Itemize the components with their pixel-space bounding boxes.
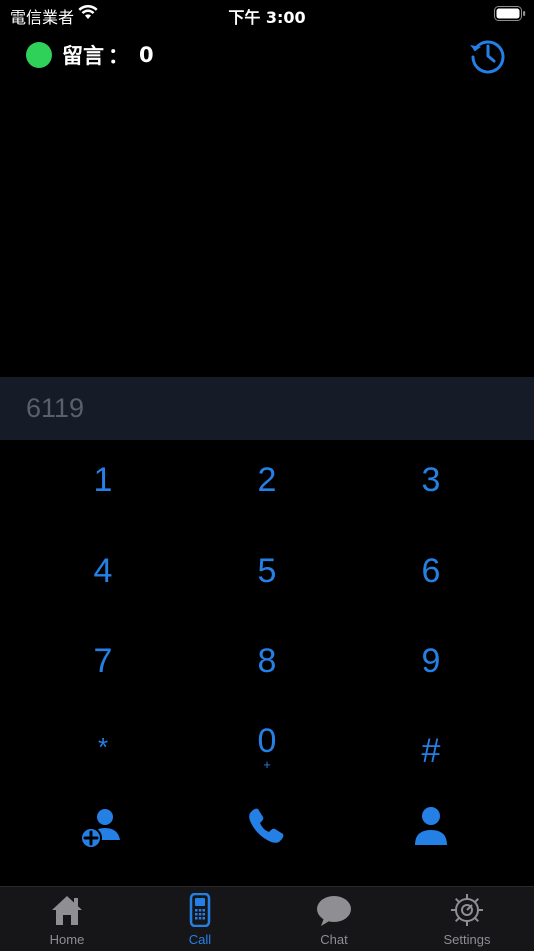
- key-6[interactable]: 6: [371, 536, 491, 606]
- voicemail-count: 0: [139, 43, 154, 67]
- key-sub-label: +: [263, 757, 271, 772]
- key-3[interactable]: 3: [371, 445, 491, 515]
- key-digit: 6: [421, 552, 441, 590]
- tab-bar: Home Call Chat Settings: [0, 886, 534, 951]
- key-digit: 2: [257, 461, 277, 499]
- key-7[interactable]: 7: [43, 626, 163, 696]
- status-bar: 電信業者 下午 3:00: [0, 0, 534, 28]
- key-star[interactable]: *: [43, 712, 163, 782]
- voicemail-status: 留言 ： 0: [26, 42, 154, 68]
- voicemail-colon: ：: [108, 44, 129, 68]
- key-2[interactable]: 2: [207, 445, 327, 515]
- key-digit: *: [97, 732, 109, 762]
- tab-home[interactable]: Home: [0, 887, 134, 951]
- tab-label: Settings: [443, 932, 491, 947]
- key-digit: 1: [93, 461, 113, 499]
- phone-device-icon: [189, 893, 211, 927]
- key-digit: 4: [93, 552, 113, 590]
- key-digit: 9: [421, 642, 441, 680]
- key-digit: 5: [257, 552, 277, 590]
- tab-settings[interactable]: Settings: [400, 887, 534, 951]
- key-5[interactable]: 5: [207, 536, 327, 606]
- tab-chat[interactable]: Chat: [267, 887, 401, 951]
- home-icon: [52, 896, 82, 925]
- history-clock-icon: [470, 40, 505, 74]
- voicemail-indicator: [26, 42, 52, 68]
- key-8[interactable]: 8: [207, 626, 327, 696]
- key-digit: 7: [93, 642, 113, 680]
- tab-call[interactable]: Call: [133, 887, 267, 951]
- clock: 下午 3:00: [228, 8, 306, 27]
- contact-icon: [415, 807, 447, 845]
- tab-label: Home: [49, 932, 85, 947]
- key-digit: #: [421, 732, 441, 770]
- key-0[interactable]: 0 +: [207, 712, 327, 782]
- key-9[interactable]: 9: [371, 626, 491, 696]
- tab-label: Call: [188, 932, 212, 947]
- phone-icon: [249, 808, 284, 843]
- battery-icon: [494, 6, 526, 26]
- contacts-button[interactable]: [401, 795, 461, 855]
- key-digit: 3: [421, 461, 441, 499]
- call-history-button[interactable]: [468, 36, 506, 74]
- dialed-number-field[interactable]: 6119: [0, 377, 534, 440]
- dialed-number-text: 6119: [26, 393, 85, 423]
- key-1[interactable]: 1: [43, 445, 163, 515]
- key-hash[interactable]: #: [371, 716, 491, 786]
- key-4[interactable]: 4: [43, 536, 163, 606]
- add-contact-icon: [80, 809, 120, 849]
- key-digit: 8: [257, 642, 277, 680]
- add-contact-button[interactable]: [72, 795, 132, 855]
- key-digit: 0: [257, 722, 277, 760]
- call-button[interactable]: [237, 795, 297, 855]
- voicemail-label: 留言: [62, 44, 104, 68]
- tab-label: Chat: [320, 932, 348, 947]
- gear-icon: [451, 894, 483, 926]
- chat-bubble-icon: [317, 896, 351, 926]
